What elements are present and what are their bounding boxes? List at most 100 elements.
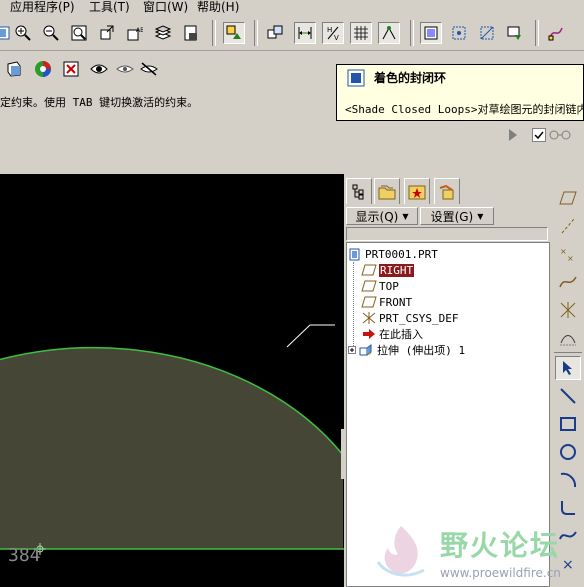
zoom-in-icon[interactable] [12,22,34,44]
fillet-tool-icon[interactable] [555,496,581,520]
layers-icon[interactable] [152,22,174,44]
show-label: 显示(Q) [355,209,399,224]
datum-point-display-icon[interactable]: × × [555,242,581,266]
menu-bar: 应用程序(P) 工具(T) 窗口(W) 帮助(H) [0,0,584,14]
flame-logo-icon [376,526,425,577]
svg-text:AB: AB [136,27,143,34]
tree-item-right[interactable]: RIGHT [361,262,415,278]
extrude-icon: * [359,343,375,357]
unhide-all-icon[interactable] [138,58,160,80]
zoom-fit-icon[interactable] [68,22,90,44]
datum-plane-icon [361,263,377,277]
menu-help[interactable]: 帮助(H) [197,0,239,15]
menu-applications[interactable]: 应用程序(P) [10,0,75,15]
svg-text:×: × [567,254,574,263]
tab-favorites[interactable] [404,178,430,204]
tab-model-tree[interactable] [346,178,372,204]
sketch-diagnostics-icon[interactable] [504,22,526,44]
tree-item-label: PRT0001.PRT [365,247,438,261]
tree-item-front[interactable]: FRONT [361,294,412,310]
insert-arrow-icon [361,327,377,341]
dimension-display-icon[interactable] [294,22,316,44]
show-eye-icon[interactable] [88,58,110,80]
saved-views-icon[interactable]: AB [124,22,146,44]
tree-item-label: 拉伸 (伸出项) 1 [377,344,466,357]
settings-dropdown[interactable]: 设置(G) ▼ [420,207,494,225]
arc-tool-icon[interactable] [555,468,581,492]
tree-item-insert-here[interactable]: 在此插入 [361,326,423,342]
show-dropdown[interactable]: 显示(Q) ▼ [346,207,418,225]
watermark-url: www.proewildfire.cn [440,566,561,580]
tree-item-label: TOP [379,279,399,293]
datum-axis-display-icon[interactable] [555,214,581,238]
close-window-icon[interactable] [60,58,82,80]
datum-plane-icon [361,295,377,309]
csys-display-icon[interactable] [555,298,581,322]
dimension-leader [286,324,311,348]
analysis-icon[interactable] [555,326,581,350]
svg-text:H: H [327,26,332,34]
watermark-title: 野火论坛 [440,529,561,562]
tree-item-label: PRT_CSYS_DEF [379,311,459,325]
tree-item-label: FRONT [379,295,413,309]
toolbar-separator [554,352,582,353]
tree-item-extrude[interactable]: * 拉伸 (伸出项) 1 [347,342,465,358]
sketch-display-icon[interactable] [223,22,245,44]
message-checkbox[interactable] [532,128,546,142]
dropdown-arrow-icon: ▼ [477,211,484,221]
tab-connections[interactable] [434,178,460,204]
graphics-canvas[interactable]: 384 [0,174,344,587]
message-controls [506,126,584,146]
rectangle-tool-icon[interactable] [555,412,581,436]
toolbar-separator [535,20,539,46]
svg-text:*: * [368,351,372,357]
overlapping-geometry-icon[interactable] [476,22,498,44]
spline-tool-icon[interactable] [545,22,567,44]
tree-item-top[interactable]: TOP [361,278,399,294]
main-toolbar: AB HV [0,14,584,51]
tree-connector [353,262,355,350]
tree-column-header [346,227,548,241]
csys-icon [361,311,377,325]
reorient-icon[interactable] [96,22,118,44]
datum-plane-icon [361,279,377,293]
menu-tools[interactable]: 工具(T) [89,0,130,15]
svg-text:V: V [334,34,339,41]
line-tool-icon[interactable] [555,384,581,408]
constraint-display-icon[interactable]: HV [322,22,344,44]
shade-closed-loops-icon[interactable] [420,22,442,44]
shaded-closed-loop [0,347,343,549]
appearance-icon[interactable] [32,58,54,80]
highlight-open-ends-icon[interactable] [448,22,470,44]
toolbar-separator [212,20,216,46]
hide-eye-icon[interactable] [114,58,136,80]
model-display-icon[interactable] [180,22,202,44]
shading-icon[interactable] [2,58,24,80]
play-arrow-icon[interactable] [508,128,518,142]
select-arrow-icon[interactable] [555,356,581,380]
glasses-icon[interactable] [548,129,574,141]
toolbar-separator [254,20,258,46]
circle-tool-icon[interactable] [555,440,581,464]
sketch-drawing [0,324,344,555]
tab-folder-browser[interactable] [374,178,400,204]
tree-item-label: RIGHT [379,263,415,277]
tooltip-description: <Shade Closed Loops>对草绘图元的封闭链内 [345,103,584,116]
watermark: 野火论坛 www.proewildfire.cn [372,520,584,587]
dropdown-arrow-icon: ▼ [402,211,409,221]
tree-item-root[interactable]: PRT0001.PRT [347,246,438,262]
copy-sketch-icon[interactable] [264,22,286,44]
datum-curve-icon[interactable] [555,270,581,294]
zoom-out-icon[interactable] [40,22,62,44]
datum-plane-display-icon[interactable] [555,186,581,210]
dimension-value[interactable]: 384 [8,545,41,566]
status-message: 定约束。使用 TAB 键切换激活的约束。 [0,96,199,109]
tree-item-csys[interactable]: PRT_CSYS_DEF [361,310,458,326]
menu-window[interactable]: 窗口(W) [143,0,188,15]
part-icon [347,247,363,261]
tooltip: 着色的封闭环 <Shade Closed Loops>对草绘图元的封闭链内 [336,64,584,121]
vertex-display-icon[interactable] [378,22,400,44]
expand-icon[interactable] [347,343,357,357]
grid-display-icon[interactable] [350,22,372,44]
view-toolbar [0,52,336,86]
